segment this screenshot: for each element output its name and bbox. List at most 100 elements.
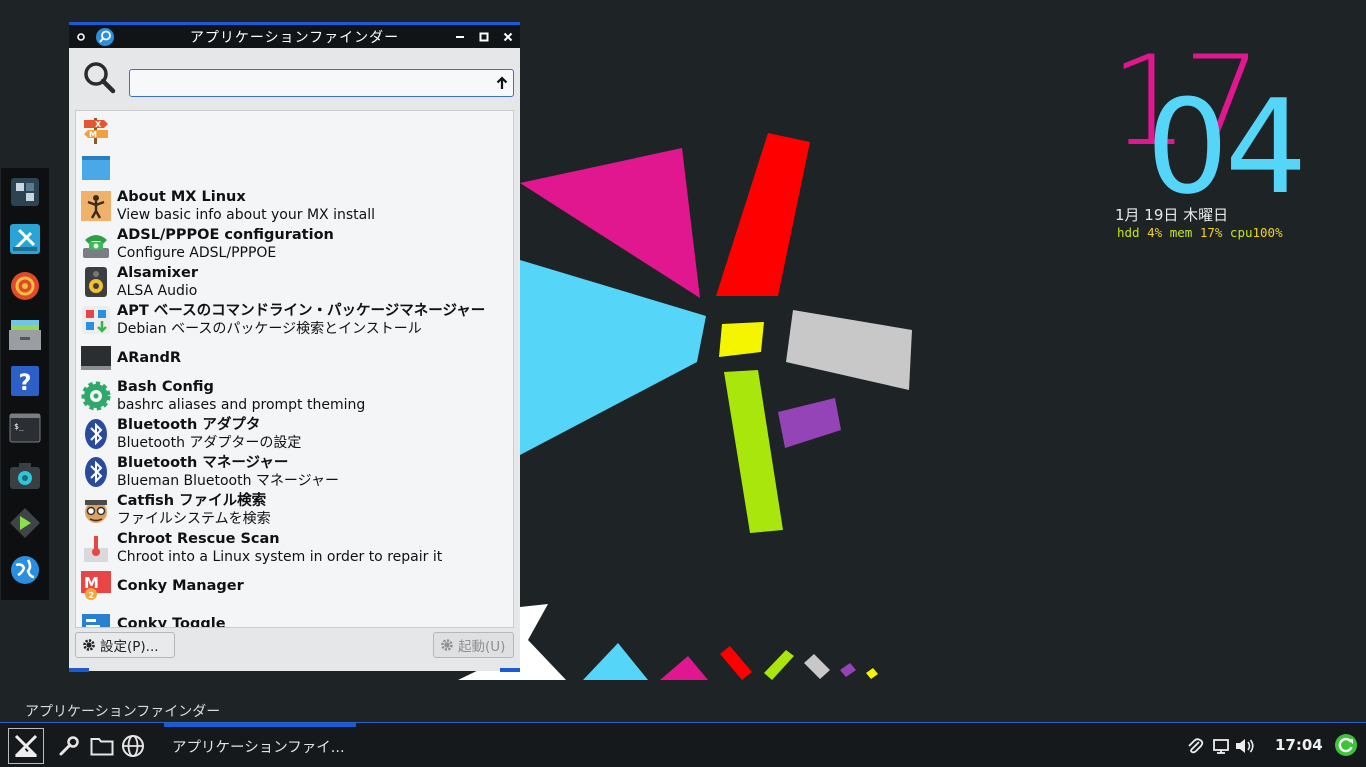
settings-button[interactable]: 設定(P)... — [75, 632, 175, 658]
conky-manager-icon: M2 — [80, 570, 112, 602]
app-name: Bluetooth アダプタ — [117, 417, 261, 433]
application-list[interactable]: X M About MX Linux View basic info about yo… — [75, 110, 514, 628]
globe-icon[interactable] — [120, 733, 146, 759]
active-task-indicator — [164, 723, 356, 727]
list-item[interactable]: Bash Config bashrc aliases and prompt the… — [76, 377, 513, 415]
gear-icon — [83, 639, 95, 651]
mx-logo-icon — [14, 734, 38, 758]
network-icon[interactable] — [1210, 735, 1232, 757]
settings-button-label: 設定(P)... — [100, 639, 159, 655]
wrench-icon[interactable] — [56, 733, 82, 759]
minimize-icon[interactable] — [450, 25, 470, 48]
app-description: Blueman Bluetooth マネージャー — [117, 473, 339, 489]
dock-screenshot-icon[interactable] — [7, 458, 43, 493]
dock-browser-icon[interactable] — [7, 553, 43, 588]
resize-handle-left[interactable] — [69, 668, 89, 672]
svg-text:2: 2 — [89, 591, 95, 600]
search-icon — [84, 62, 116, 94]
bluetooth-icon — [80, 418, 112, 450]
app-name: ARandR — [117, 350, 182, 366]
hdd-label: hdd — [1117, 225, 1140, 240]
app-name: ADSL/PPPOE configuration — [117, 227, 334, 243]
taskbar-clock[interactable]: 17:04 — [1275, 736, 1323, 754]
folder-icon[interactable] — [89, 733, 115, 759]
window-icon — [80, 152, 112, 184]
launch-button[interactable]: 起動(U) — [433, 632, 514, 658]
maximize-icon[interactable] — [474, 25, 494, 48]
dock-launcher-icon[interactable] — [7, 505, 43, 540]
start-menu-button[interactable] — [8, 728, 44, 764]
taskbar-task-app-finder[interactable]: アプリケーションファイ... — [172, 736, 345, 757]
app-name: Conky Toggle — [117, 616, 226, 628]
app-name: Chroot Rescue Scan — [117, 531, 280, 547]
app-name: Conky Manager — [117, 578, 244, 594]
conky-toggle-icon — [80, 608, 112, 627]
list-item[interactable]: Catfish ファイル検索 ファイルシステムを検索 — [76, 491, 513, 529]
mem-label: mem — [1169, 225, 1193, 240]
resize-handle-right[interactable] — [500, 668, 520, 672]
app-description: Debian ベースのパッケージ検索とインストール — [117, 321, 422, 337]
hdd-value: 4% — [1147, 225, 1163, 240]
person-icon — [80, 190, 112, 222]
window-titlebar[interactable]: アプリケーションファインダー — [69, 25, 520, 48]
app-description: View basic info about your MX install — [117, 207, 375, 223]
speaker-icon — [80, 266, 112, 298]
package-icon — [80, 304, 112, 336]
app-name: Bluetooth マネージャー — [117, 455, 289, 471]
app-description: ALSA Audio — [117, 283, 198, 299]
list-item[interactable]: M 2 Conky Manager — [76, 567, 513, 605]
list-item[interactable]: About MX Linux View basic info about your… — [76, 187, 513, 225]
app-description: Configure ADSL/PPPOE — [117, 245, 277, 261]
app-description: Bluetooth アダプターの設定 — [117, 435, 302, 451]
dock-settings-tools-icon[interactable] — [7, 221, 43, 256]
svg-text:X: X — [95, 120, 102, 129]
list-item[interactable]: Alsamixer ALSA Audio — [76, 263, 513, 301]
app-description: bashrc aliases and prompt theming — [117, 397, 366, 413]
list-item[interactable]: Bluetooth マネージャー Blueman Bluetooth マネージャー — [76, 453, 513, 491]
svg-text:?: ? — [19, 371, 32, 396]
launch-button-label: 起動(U) — [458, 639, 506, 655]
dock-software-icon[interactable] — [7, 269, 43, 304]
panel-tooltip-label: アプリケーションファインダー — [25, 704, 221, 720]
left-dock: ? $_ — [1, 168, 49, 600]
app-name: Alsamixer — [117, 265, 199, 281]
dock-file-manager-icon[interactable] — [7, 316, 43, 351]
list-item[interactable]: ADSL/PPPOE configuration Configure ADSL/P… — [76, 225, 513, 263]
list-item[interactable] — [76, 149, 513, 187]
conky-date: 1月 19日 木曜日 — [1115, 206, 1229, 224]
close-icon[interactable] — [498, 25, 518, 48]
catfish-icon — [80, 494, 112, 526]
bluetooth-icon — [80, 456, 112, 488]
app-description: Chroot into a Linux system in order to r… — [117, 549, 443, 565]
mem-value: 17% — [1199, 225, 1223, 240]
clipboard-icon[interactable] — [1184, 735, 1206, 757]
dock-terminal-icon[interactable]: $_ — [7, 411, 43, 446]
app-name: Bash Config — [117, 379, 214, 395]
volume-icon[interactable] — [1234, 735, 1256, 757]
list-item[interactable]: Chroot Rescue Scan Chroot into a Linux sy… — [76, 529, 513, 567]
dock-mx-tools-icon[interactable] — [7, 174, 43, 209]
cpu-label: cpu — [1229, 225, 1253, 240]
search-input[interactable] — [129, 69, 514, 97]
list-item[interactable]: XM — [76, 111, 513, 149]
dock-help-icon[interactable]: ? — [7, 363, 43, 398]
arrow-up-icon[interactable] — [493, 74, 511, 92]
list-item[interactable]: Bluetooth アダプタ Bluetooth アダプターの設定 — [76, 415, 513, 453]
button-row: 設定(P)... 起動(U) — [69, 632, 520, 662]
list-item[interactable]: ARandR — [76, 339, 513, 377]
gear-flower-icon — [80, 380, 112, 412]
conky-widget: 17 04 1月 19日 木曜日 hdd 4% mem 17% cpu100% — [1100, 40, 1360, 250]
conky-minute: 04 — [1146, 71, 1307, 223]
mx-welcome-icon: XM — [80, 114, 112, 146]
list-item[interactable]: APT ベースのコマンドライン・パッケージマネージャー Debian ベースのパッ… — [76, 301, 513, 339]
app-description: ファイルシステムを検索 — [117, 511, 271, 527]
cpu-value: 100% — [1252, 225, 1283, 240]
gear-icon — [441, 639, 453, 651]
app-name: About MX Linux — [117, 189, 246, 205]
search-row — [69, 48, 520, 108]
list-item[interactable]: Conky Toggle — [76, 605, 513, 628]
app-name: Catfish ファイル検索 — [117, 493, 267, 509]
app-name: APT ベースのコマンドライン・パッケージマネージャー — [117, 303, 486, 319]
update-icon[interactable] — [1334, 733, 1358, 757]
svg-text:$_: $_ — [14, 422, 24, 431]
